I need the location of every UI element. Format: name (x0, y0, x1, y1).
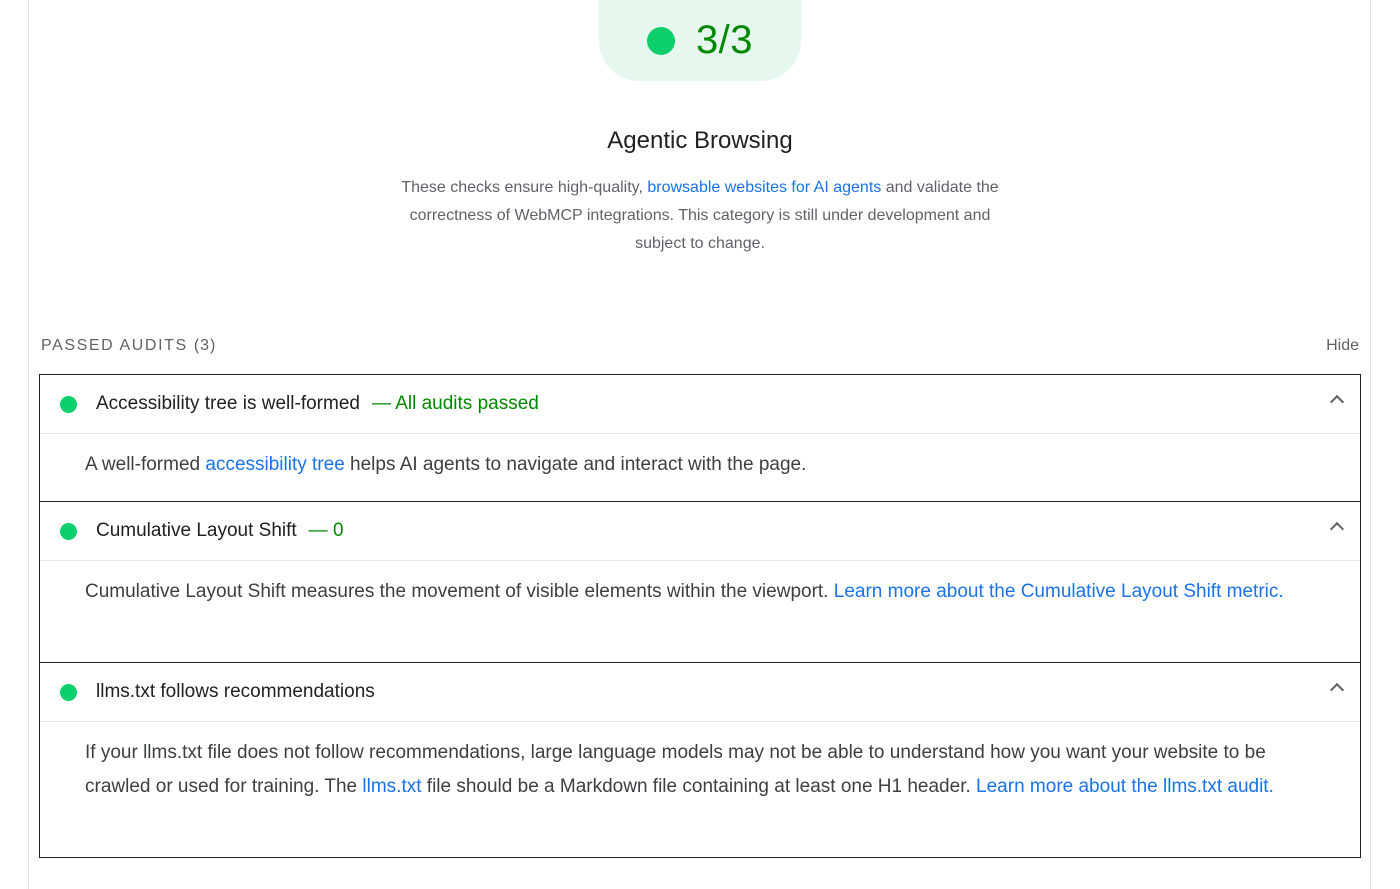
pass-dot-icon (60, 683, 77, 701)
audit-desc-text-middle: file should be a Markdown file containin… (421, 776, 977, 797)
accessibility-tree-link[interactable]: accessibility tree (205, 454, 344, 475)
chevron-up-icon[interactable] (1329, 394, 1345, 410)
audit-header[interactable]: Accessibility tree is well-formed — All … (40, 375, 1360, 434)
passed-audits-count: (3) (193, 337, 217, 354)
audit-cumulative-layout-shift: Cumulative Layout Shift — 0 Cumulative L… (39, 501, 1361, 663)
hide-button[interactable]: Hide (1326, 337, 1359, 355)
score-value: 3/3 (695, 18, 754, 62)
passed-audits-header: PASSED AUDITS (3) (41, 337, 216, 355)
learn-more-llms-link[interactable]: Learn more about the llms.txt audit (976, 776, 1269, 797)
passed-audits-label: PASSED AUDITS (41, 337, 188, 354)
audit-description: A well-formed accessibility tree helps A… (40, 434, 1360, 498)
audit-header[interactable]: Cumulative Layout Shift — 0 (40, 502, 1360, 561)
audit-title: Cumulative Layout Shift (96, 520, 297, 541)
audit-accessibility-tree: Accessibility tree is well-formed — All … (39, 374, 1361, 502)
llms-txt-link[interactable]: llms.txt (362, 776, 421, 797)
chevron-up-icon[interactable] (1329, 682, 1345, 698)
audit-desc-period: . (1268, 776, 1274, 797)
audit-desc-period: . (1278, 581, 1284, 602)
audit-desc-text: Cumulative Layout Shift measures the mov… (85, 581, 834, 602)
category-title: Agentic Browsing (607, 127, 793, 154)
audit-llms-txt: llms.txt follows recommendations If your… (39, 662, 1361, 858)
pass-dot-icon (646, 26, 675, 55)
audit-title: llms.txt follows recommendations (96, 681, 375, 702)
chevron-up-icon[interactable] (1329, 521, 1345, 537)
audit-desc-text-end: helps AI agents to navigate and interact… (344, 454, 807, 475)
audit-header[interactable]: llms.txt follows recommendations (40, 663, 1360, 722)
audit-description: If your llms.txt file does not follow re… (40, 722, 1360, 820)
pass-dot-icon (60, 522, 77, 540)
category-desc-text: These checks ensure high-quality, (401, 179, 648, 196)
learn-more-cls-link[interactable]: Learn more about the Cumulative Layout S… (834, 581, 1279, 602)
audit-title: Accessibility tree is well-formed (96, 393, 360, 414)
browsable-websites-link[interactable]: browsable websites for AI agents (647, 179, 881, 196)
audit-desc-text: A well-formed (85, 454, 206, 475)
category-description: These checks ensure high-quality, browsa… (400, 174, 1000, 258)
audit-status: — All audits passed (371, 393, 539, 414)
audit-status: — 0 (308, 520, 344, 541)
pass-dot-icon (60, 395, 77, 413)
audit-description: Cumulative Layout Shift measures the mov… (40, 561, 1360, 625)
score-gauge: 3/3 (599, 0, 801, 81)
